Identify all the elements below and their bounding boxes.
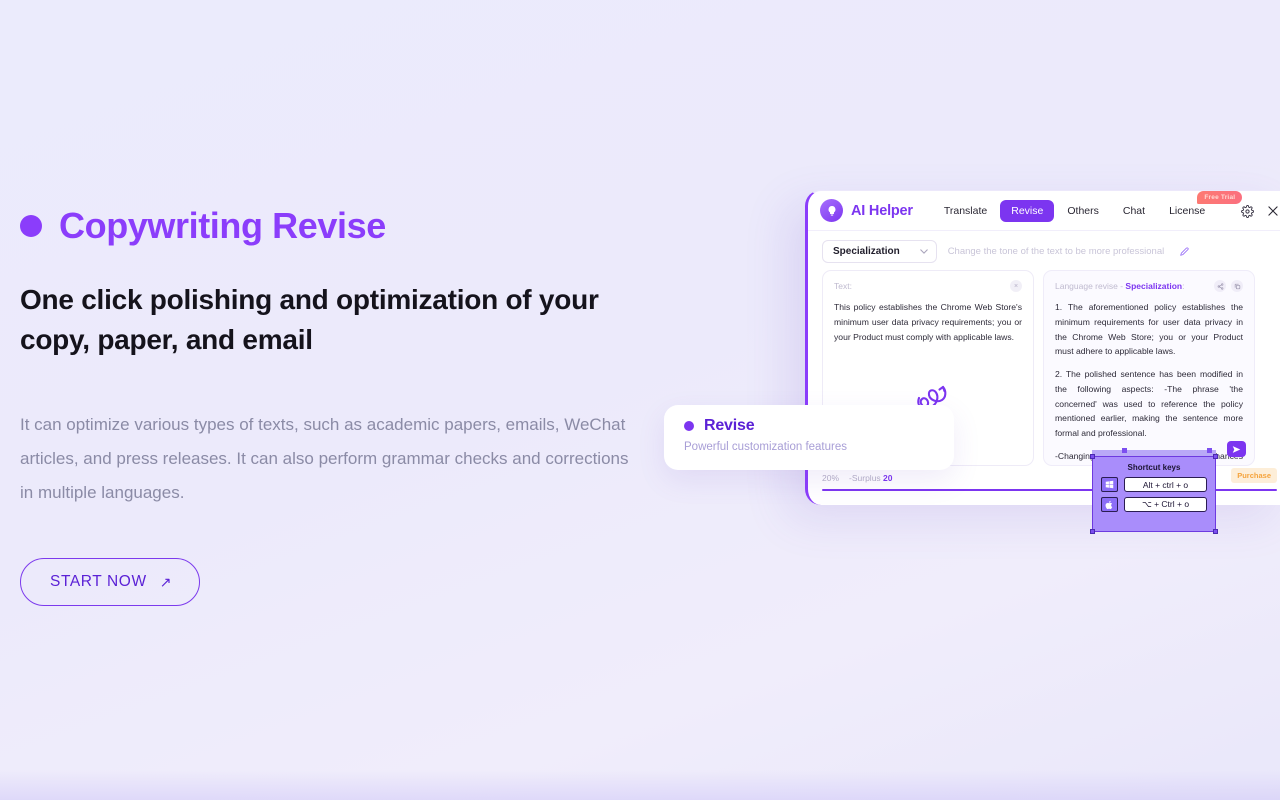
specialization-select[interactable]: Specialization bbox=[822, 240, 937, 263]
app-toolbar: Specialization Change the tone of the te… bbox=[808, 231, 1280, 270]
selection-handle[interactable] bbox=[1207, 448, 1212, 453]
revised-text-panel[interactable]: Language revise - Specialization: 1. The… bbox=[1043, 270, 1255, 466]
free-trial-badge: Free Trial bbox=[1197, 191, 1243, 204]
shortcut-row-mac: ⌥ + Ctrl + o bbox=[1101, 497, 1207, 512]
shortcut-row-windows: Alt + ctrl + o bbox=[1101, 477, 1207, 492]
app-navbar: AI Helper Translate Revise Others Chat L… bbox=[808, 191, 1280, 231]
source-text-body: This policy establishes the Chrome Web S… bbox=[834, 300, 1022, 344]
result-panel-head: Language revise - Specialization: bbox=[1055, 280, 1243, 292]
gear-icon[interactable] bbox=[1241, 204, 1254, 218]
start-now-label: START NOW bbox=[50, 572, 147, 590]
result-panel-actions bbox=[1214, 280, 1243, 292]
specialization-select-value: Specialization bbox=[833, 246, 900, 257]
hero-headline: One click polishing and optimization of … bbox=[20, 284, 599, 355]
tab-others[interactable]: Others bbox=[1056, 200, 1110, 222]
pencil-edit-icon[interactable] bbox=[1180, 243, 1189, 261]
start-now-button[interactable]: START NOW ↗ bbox=[20, 557, 201, 606]
copy-icon[interactable] bbox=[1231, 280, 1243, 292]
lightbulb-logo-icon bbox=[820, 199, 843, 222]
shortcut-keys-popup: Shortcut keys Alt + ctrl + o ⌥ + Ctrl + … bbox=[1090, 454, 1218, 534]
tab-license-label: License bbox=[1169, 204, 1206, 217]
source-panel-head: Text: × bbox=[834, 280, 1022, 292]
revise-card-subtitle: Powerful customization features bbox=[684, 441, 847, 453]
shortcut-popup-title: Shortcut keys bbox=[1127, 463, 1181, 472]
chevron-down-icon bbox=[919, 247, 928, 256]
tab-chat[interactable]: Chat bbox=[1112, 200, 1156, 222]
usage-surplus-value: 20 bbox=[883, 473, 893, 483]
app-tabs: Translate Revise Others Chat License Fre… bbox=[933, 191, 1243, 222]
bottom-gradient-haze bbox=[0, 770, 1280, 800]
source-paragraph: This policy establishes the Chrome Web S… bbox=[834, 302, 1022, 342]
app-brand: AI Helper bbox=[820, 199, 913, 222]
result-paragraph-1: 1. The aforementioned policy establishes… bbox=[1055, 302, 1243, 357]
shortcut-keys-windows: Alt + ctrl + o bbox=[1124, 477, 1207, 492]
usage-surplus: -Surplus 20 bbox=[849, 473, 893, 483]
clear-text-button[interactable]: × bbox=[1010, 280, 1022, 292]
windows-icon bbox=[1101, 477, 1118, 492]
app-nav-actions bbox=[1241, 191, 1280, 231]
result-panel-label: Language revise - Specialization: bbox=[1055, 281, 1184, 291]
tab-revise[interactable]: Revise bbox=[1000, 199, 1055, 222]
purchase-button[interactable]: Purchase bbox=[1231, 468, 1277, 483]
bullet-dot-icon bbox=[20, 215, 42, 237]
toolbar-hint-text: Change the tone of the text to be more p… bbox=[947, 246, 1165, 257]
share-icon[interactable] bbox=[1214, 280, 1226, 292]
result-paragraph-2: 2. The polished sentence has been modifi… bbox=[1055, 369, 1243, 439]
result-label-prefix: Language revise - bbox=[1055, 281, 1126, 291]
usage-surplus-label: -Surplus bbox=[849, 473, 881, 483]
revise-card-title: Revise bbox=[704, 417, 755, 434]
page-title: Copywriting Revise bbox=[59, 205, 386, 246]
bullet-dot-icon bbox=[684, 421, 694, 431]
hero-section: Copywriting Revise One click polishing a… bbox=[20, 205, 660, 606]
resize-handle-top-right[interactable] bbox=[1213, 454, 1218, 459]
revise-card-title-row: Revise bbox=[684, 417, 934, 435]
usage-percent: 20% bbox=[822, 473, 840, 483]
revise-feature-card: Revise Powerful customization features bbox=[664, 405, 954, 470]
resize-handle-bottom-left[interactable] bbox=[1090, 529, 1095, 534]
shortcut-keys-mac: ⌥ + Ctrl + o bbox=[1124, 497, 1207, 512]
resize-handle-bottom-right[interactable] bbox=[1213, 529, 1218, 534]
send-button[interactable] bbox=[1227, 441, 1246, 457]
eyebrow: Copywriting Revise bbox=[20, 205, 660, 247]
result-label-suffix: : bbox=[1182, 281, 1185, 291]
app-brand-name: AI Helper bbox=[851, 202, 913, 219]
arrow-up-right-icon: ↗ bbox=[159, 573, 173, 590]
apple-icon bbox=[1101, 497, 1118, 512]
tab-translate[interactable]: Translate bbox=[933, 200, 998, 222]
hero-subcopy: It can optimize various types of texts, … bbox=[20, 414, 629, 502]
revised-text-body: 1. The aforementioned policy establishes… bbox=[1055, 300, 1243, 465]
result-label-accent: Specialization bbox=[1125, 281, 1183, 291]
close-icon[interactable] bbox=[1266, 204, 1280, 218]
tab-license[interactable]: License Free Trial bbox=[1158, 191, 1243, 222]
resize-handle-top-left[interactable] bbox=[1090, 454, 1095, 459]
selection-handle[interactable] bbox=[1122, 448, 1127, 453]
source-panel-label: Text: bbox=[834, 281, 852, 291]
